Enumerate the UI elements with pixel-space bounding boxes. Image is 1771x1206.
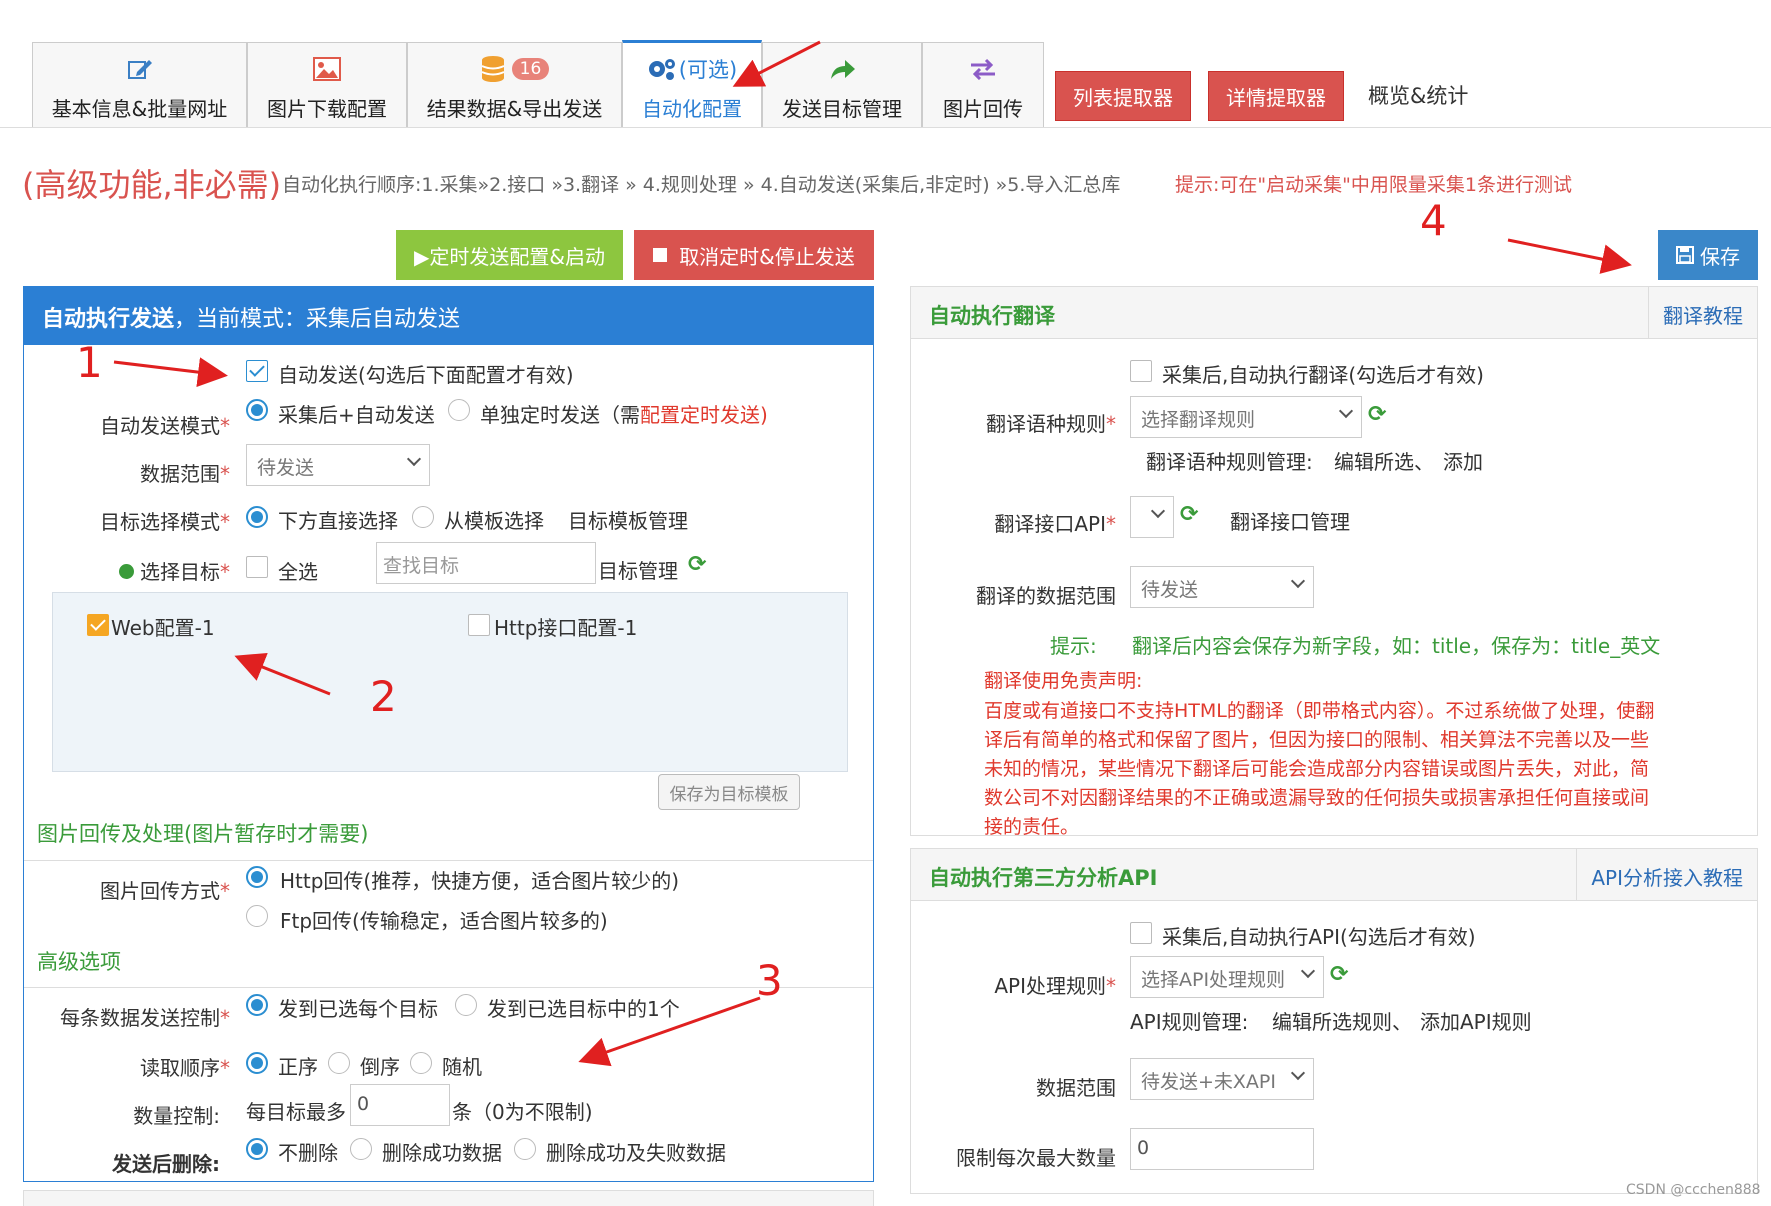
annotation-4: 4 (1420, 196, 1447, 245)
arrow-1 (113, 357, 228, 388)
annotation-1: 1 (76, 338, 103, 387)
annotation-3: 3 (756, 956, 783, 1005)
annotation-2: 2 (370, 672, 397, 721)
arrow-2 (234, 652, 331, 696)
arrow-4 (1507, 238, 1632, 274)
annotation-arrows (113, 40, 1632, 1067)
watermark: CSDN @ccchen888 (1626, 1182, 1761, 1198)
arrow-3 (578, 996, 761, 1067)
arrow-to-tab (732, 40, 821, 87)
